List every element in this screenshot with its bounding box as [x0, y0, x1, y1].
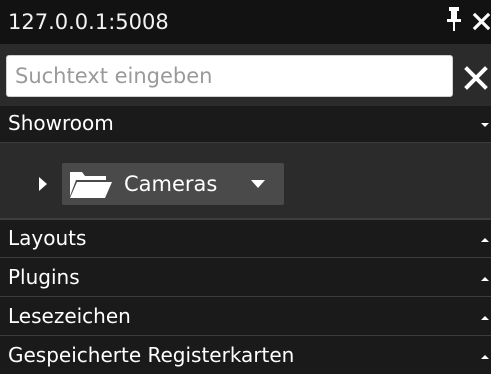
- chevron-up-icon[interactable]: [477, 336, 491, 374]
- chevron-up-icon[interactable]: [477, 297, 491, 335]
- folder-icon: [70, 172, 112, 198]
- search-row: [0, 44, 491, 106]
- section-layouts[interactable]: Layouts: [0, 220, 491, 258]
- tree-node-label: Cameras: [124, 172, 218, 196]
- triangle-right-icon[interactable]: [38, 176, 48, 192]
- navigation-panel: 127.0.0.1:5008 Showroom Cameras: [0, 0, 491, 374]
- chevron-up-icon[interactable]: [477, 220, 491, 257]
- section-plugins[interactable]: Plugins: [0, 258, 491, 297]
- section-showroom[interactable]: Showroom: [0, 106, 491, 143]
- section-layouts-label: Layouts: [8, 226, 87, 250]
- title-bar: 127.0.0.1:5008: [0, 0, 491, 44]
- close-icon[interactable]: [472, 12, 491, 31]
- section-bookmarks-label: Lesezeichen: [8, 304, 131, 328]
- pin-icon[interactable]: [445, 6, 463, 32]
- section-bookmarks[interactable]: Lesezeichen: [0, 297, 491, 336]
- chevron-down-icon[interactable]: [477, 106, 491, 142]
- search-input[interactable]: [6, 55, 453, 97]
- tree-node-cameras[interactable]: Cameras: [62, 163, 284, 205]
- chevron-up-icon[interactable]: [477, 258, 491, 296]
- section-plugins-label: Plugins: [8, 265, 80, 289]
- window-title: 127.0.0.1:5008: [8, 10, 169, 34]
- section-showroom-label: Showroom: [8, 111, 114, 135]
- clear-search-icon[interactable]: [464, 66, 488, 90]
- triangle-down-icon[interactable]: [251, 179, 265, 189]
- section-saved-tabs[interactable]: Gespeicherte Registerkarten: [0, 336, 491, 374]
- section-saved-tabs-label: Gespeicherte Registerkarten: [8, 343, 295, 367]
